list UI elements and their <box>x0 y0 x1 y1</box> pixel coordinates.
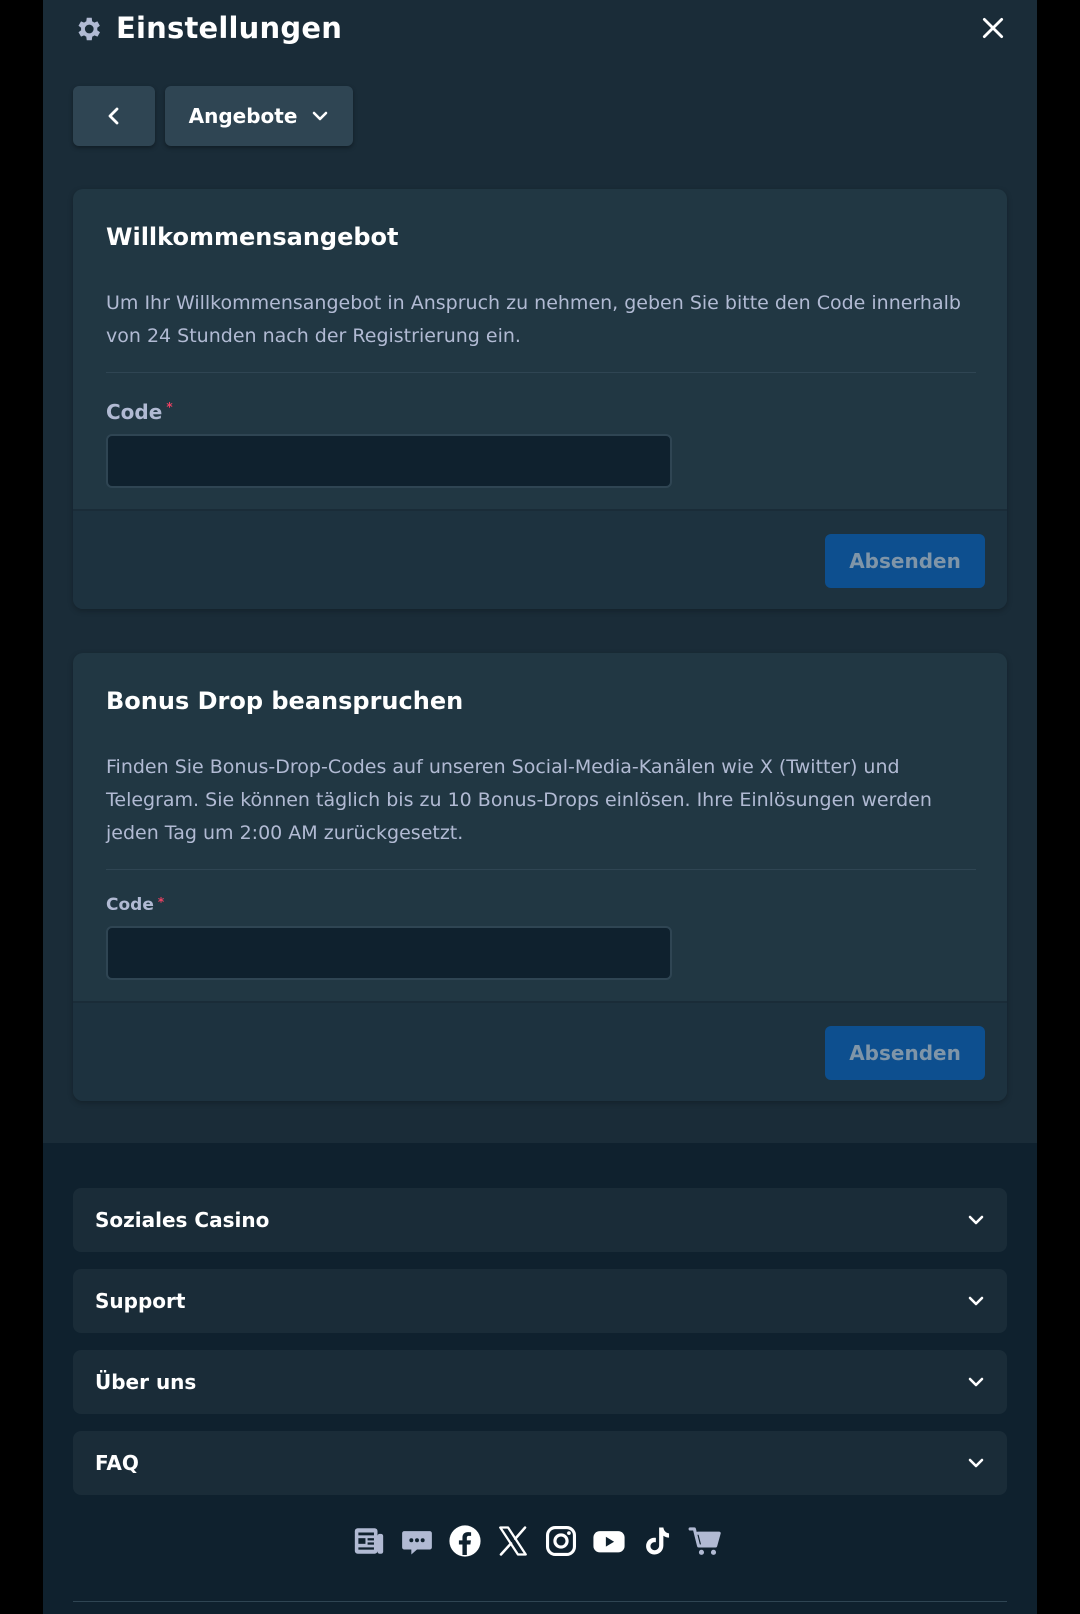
chevron-down-icon <box>968 1296 984 1306</box>
accordion-label: Über uns <box>95 1370 197 1394</box>
x-icon[interactable] <box>496 1524 530 1558</box>
required-marker: * <box>157 895 165 909</box>
accordion-label: FAQ <box>95 1451 139 1475</box>
instagram-icon[interactable] <box>544 1524 578 1558</box>
shop-icon[interactable] <box>688 1524 722 1558</box>
divider <box>106 869 976 870</box>
bonus-drop-title: Bonus Drop beanspruchen <box>106 687 464 715</box>
close-icon[interactable] <box>980 15 1006 41</box>
welcome-offer-title: Willkommensangebot <box>106 223 399 251</box>
accordion-label: Support <box>95 1289 186 1313</box>
chevron-down-icon <box>968 1215 984 1225</box>
chevron-down-icon <box>968 1458 984 1468</box>
category-dropdown-label: Angebote <box>188 104 298 128</box>
welcome-card-footer: Absenden <box>73 509 1007 609</box>
welcome-offer-card: Willkommensangebot Um Ihr Willkommensang… <box>73 189 1007 609</box>
accordion-faq[interactable]: FAQ <box>73 1431 1007 1495</box>
modal-header: Einstellungen <box>43 0 1037 60</box>
blog-icon[interactable] <box>352 1524 386 1558</box>
accordion-about-us[interactable]: Über uns <box>73 1350 1007 1414</box>
gear-icon <box>78 17 100 41</box>
chevron-down-icon <box>968 1377 984 1387</box>
bonus-drop-submit-button[interactable]: Absenden <box>825 1026 985 1080</box>
bonus-drop-code-label: Code * <box>106 895 165 915</box>
accordion-support[interactable]: Support <box>73 1269 1007 1333</box>
facebook-icon[interactable] <box>448 1524 482 1558</box>
tiktok-icon[interactable] <box>640 1524 674 1558</box>
chat-icon[interactable] <box>400 1524 434 1558</box>
bonus-drop-code-input[interactable] <box>106 926 672 980</box>
bonus-drop-card: Bonus Drop beanspruchen Finden Sie Bonus… <box>73 653 1007 1101</box>
page-title: Einstellungen <box>116 11 343 45</box>
welcome-submit-button[interactable]: Absenden <box>825 534 985 588</box>
chevron-left-icon <box>108 107 119 125</box>
welcome-code-input[interactable] <box>106 434 672 488</box>
category-dropdown[interactable]: Angebote <box>165 86 353 146</box>
divider <box>106 372 976 373</box>
bonus-drop-card-footer: Absenden <box>73 1001 1007 1101</box>
chevron-down-icon <box>313 111 328 121</box>
accordion-social-casino[interactable]: Soziales Casino <box>73 1188 1007 1252</box>
back-button[interactable] <box>73 86 155 146</box>
social-links <box>43 1524 1037 1564</box>
welcome-code-label: Code * <box>106 400 173 424</box>
accordion-label: Soziales Casino <box>95 1208 270 1232</box>
bonus-drop-description: Finden Sie Bonus-Drop-Codes auf unseren … <box>106 756 932 844</box>
required-marker: * <box>166 400 173 414</box>
youtube-icon[interactable] <box>592 1524 626 1558</box>
settings-modal: Einstellungen Angebote Willkommensangebo… <box>43 0 1037 1614</box>
welcome-offer-description: Um Ihr Willkommensangebot in Anspruch zu… <box>106 292 961 347</box>
divider <box>73 1601 1007 1602</box>
